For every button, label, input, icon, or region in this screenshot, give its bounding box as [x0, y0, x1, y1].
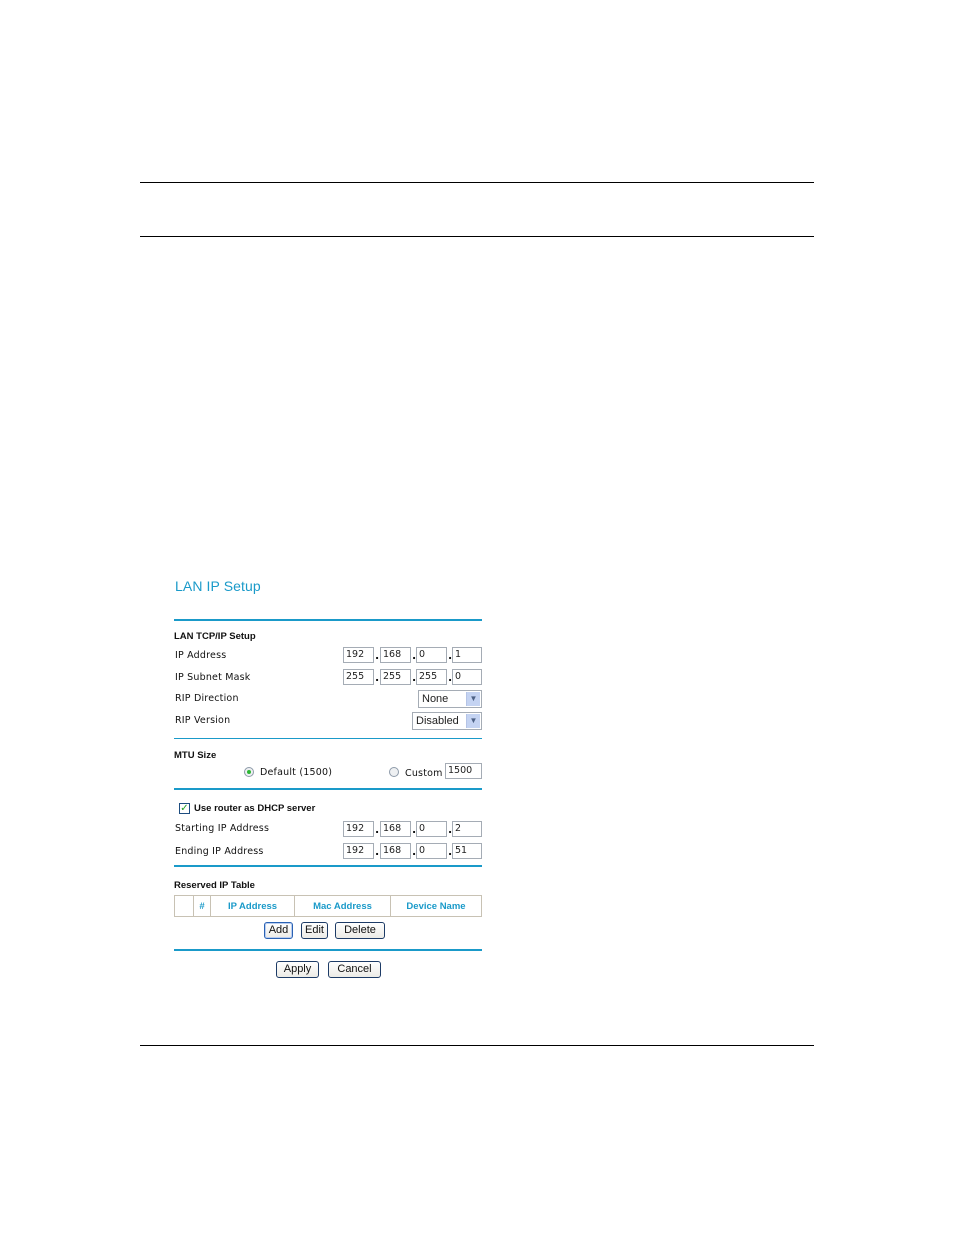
dot-separator: . — [375, 671, 380, 684]
dhcp-server-checkbox[interactable]: ✓ — [179, 803, 190, 814]
ip-address-octet-1[interactable]: 192 — [343, 647, 374, 663]
reserved-ip-table: # IP Address Mac Address Device Name — [174, 895, 482, 917]
select-column-header — [174, 895, 194, 917]
delete-button[interactable]: Delete — [335, 922, 385, 939]
dot-separator: . — [375, 823, 380, 836]
section-divider — [174, 949, 482, 951]
ending-ip-octet-3[interactable]: 0 — [416, 843, 447, 859]
starting-ip-label: Starting IP Address — [175, 823, 270, 834]
ending-ip-octet-1[interactable]: 192 — [343, 843, 374, 859]
lan-tcpip-heading: LAN TCP/IP Setup — [174, 631, 256, 642]
rip-version-label: RIP Version — [175, 715, 231, 726]
checkmark-icon: ✓ — [180, 803, 189, 814]
ending-ip-octet-2[interactable]: 168 — [380, 843, 411, 859]
mtu-custom-radio[interactable] — [389, 767, 399, 777]
dhcp-server-label: Use router as DHCP server — [194, 803, 316, 814]
section-divider — [174, 788, 482, 790]
ip-address-octet-2[interactable]: 168 — [380, 647, 411, 663]
ip-address-octet-3[interactable]: 0 — [416, 647, 447, 663]
header-rule-bottom — [140, 236, 814, 237]
mtu-default-radio[interactable] — [244, 767, 254, 777]
table-header-row: # IP Address Mac Address Device Name — [174, 895, 482, 917]
subnet-mask-octet-4[interactable]: 0 — [452, 669, 482, 685]
cancel-button[interactable]: Cancel — [328, 961, 381, 978]
rip-direction-value: None — [422, 693, 449, 705]
ip-address-column-header: IP Address — [210, 895, 295, 917]
section-divider — [174, 619, 482, 621]
index-column-header: # — [193, 895, 211, 917]
panel-title: LAN IP Setup — [175, 578, 261, 594]
section-divider — [174, 738, 482, 739]
starting-ip-octet-4[interactable]: 2 — [452, 821, 482, 837]
rip-version-value: Disabled — [416, 715, 459, 727]
ip-address-label: IP Address — [175, 650, 227, 661]
chevron-down-icon[interactable]: ▼ — [466, 714, 480, 728]
starting-ip-octet-2[interactable]: 168 — [380, 821, 411, 837]
subnet-mask-octet-3[interactable]: 255 — [416, 669, 447, 685]
starting-ip-octet-3[interactable]: 0 — [416, 821, 447, 837]
dot-separator: . — [375, 649, 380, 662]
mtu-size-heading: MTU Size — [174, 750, 217, 761]
starting-ip-octet-1[interactable]: 192 — [343, 821, 374, 837]
header-rule-top — [140, 182, 814, 183]
rip-direction-select[interactable]: None ▼ — [418, 690, 482, 708]
ip-address-octet-4[interactable]: 1 — [452, 647, 482, 663]
rip-version-select[interactable]: Disabled ▼ — [412, 712, 482, 730]
section-divider — [174, 865, 482, 867]
device-name-column-header: Device Name — [390, 895, 482, 917]
subnet-mask-label: IP Subnet Mask — [175, 672, 251, 683]
reserved-ip-heading: Reserved IP Table — [174, 880, 255, 891]
mtu-default-label: Default (1500) — [260, 767, 333, 778]
edit-button[interactable]: Edit — [301, 922, 328, 939]
mtu-custom-input[interactable]: 1500 — [445, 763, 482, 779]
subnet-mask-octet-2[interactable]: 255 — [380, 669, 411, 685]
ending-ip-label: Ending IP Address — [175, 846, 264, 857]
add-button[interactable]: Add — [264, 922, 293, 939]
ending-ip-octet-4[interactable]: 51 — [452, 843, 482, 859]
subnet-mask-octet-1[interactable]: 255 — [343, 669, 374, 685]
mtu-custom-label: Custom — [405, 768, 443, 779]
rip-direction-label: RIP Direction — [175, 693, 239, 704]
chevron-down-icon[interactable]: ▼ — [466, 692, 480, 706]
dot-separator: . — [375, 845, 380, 858]
footer-rule — [140, 1045, 814, 1046]
apply-button[interactable]: Apply — [276, 961, 319, 978]
mac-address-column-header: Mac Address — [294, 895, 391, 917]
